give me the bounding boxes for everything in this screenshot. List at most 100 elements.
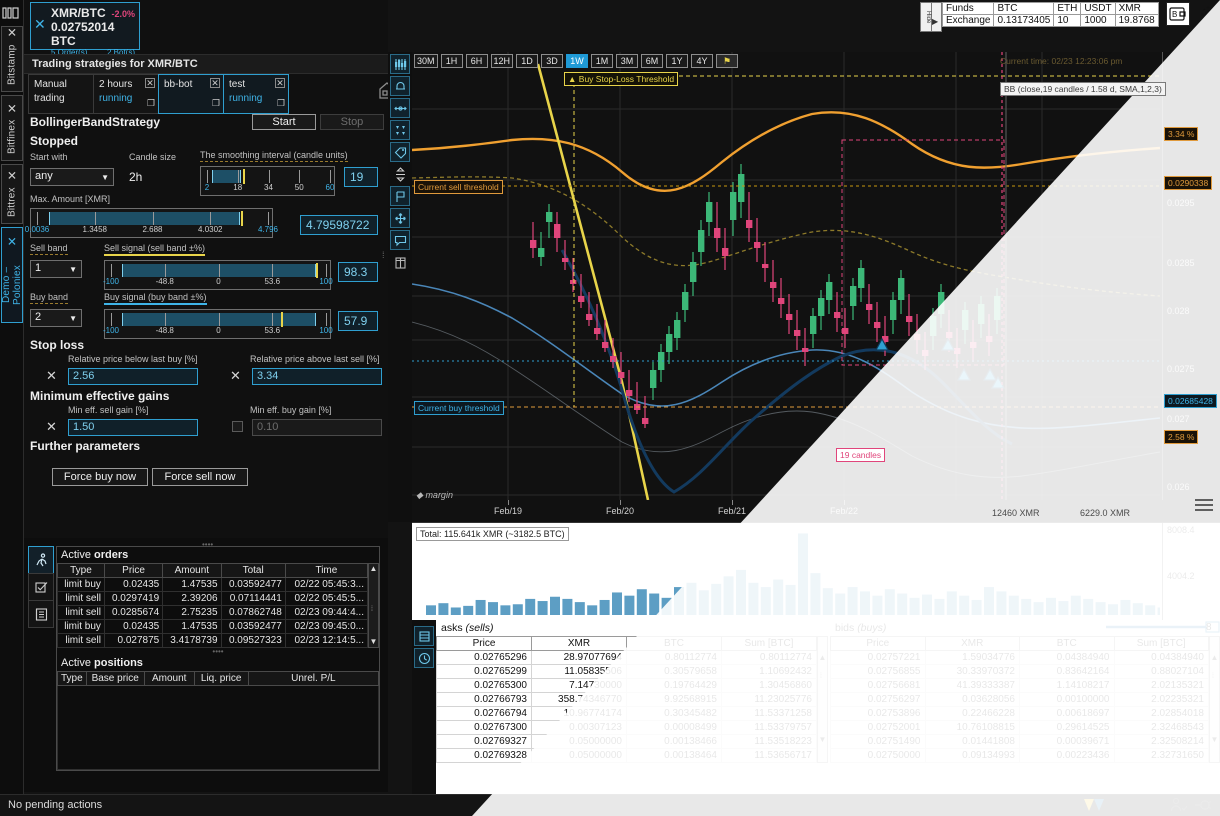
- funds-expand-icon[interactable]: ▶: [932, 2, 942, 32]
- slider-handle[interactable]: [242, 169, 245, 184]
- timeframe-button-6h[interactable]: 6H: [465, 54, 488, 68]
- timeframe-button-4y[interactable]: 4Y: [691, 54, 714, 68]
- vertical-resize-icon[interactable]: [390, 164, 410, 184]
- bot-tab-2[interactable]: bb-bot ✕ ❐: [158, 74, 224, 114]
- timeframe-button-3d[interactable]: 3D: [541, 54, 564, 68]
- funds-hide-toggle[interactable]: Hide: [920, 2, 932, 32]
- wallet-icon[interactable]: B: [1165, 2, 1190, 26]
- slider-handle[interactable]: [316, 263, 319, 278]
- gear-icon[interactable]: [1197, 2, 1220, 26]
- column-header[interactable]: Base price: [85, 671, 145, 686]
- sell-signal-value[interactable]: 98.3: [338, 262, 378, 282]
- rel-above-clear-icon[interactable]: ✕: [230, 368, 241, 384]
- table-row[interactable]: 0.02756681 41.39333387 1.14108217 2.0213532…: [830, 678, 1209, 693]
- active-orders-table[interactable]: Type Price Amount Total Time limit buy 0.02435…: [57, 563, 369, 648]
- table-row[interactable]: limit buy 0.02435 1.47535 0.03592477 02/23 0…: [57, 619, 369, 634]
- slider-track[interactable]: [37, 211, 269, 226]
- bot-tab-3[interactable]: test running ✕ ❐: [223, 74, 289, 114]
- table-row[interactable]: 0.02769327 0.05000000 0.00138466 11.5351822…: [436, 734, 817, 749]
- table-row[interactable]: 0.02766794 10.96774174 0.30345482 11.533712…: [436, 706, 817, 721]
- column-header[interactable]: Time: [284, 563, 369, 578]
- flag-button[interactable]: ⚑: [716, 54, 739, 68]
- power-icon[interactable]: [1194, 797, 1212, 813]
- checklist-icon[interactable]: [28, 573, 54, 601]
- scroll-down-icon[interactable]: ▼: [369, 637, 378, 646]
- book-list-icon[interactable]: [414, 626, 434, 646]
- buy-signal-value[interactable]: 57.9: [338, 311, 378, 331]
- bids-scroll-down-icon[interactable]: ▼: [1210, 735, 1219, 744]
- slider-track[interactable]: [207, 169, 331, 184]
- bids-scroll-thumb[interactable]: ⁞: [1212, 673, 1214, 680]
- move-icon[interactable]: [390, 208, 410, 228]
- price-chart[interactable]: 30M 1H 6H 12H 1D 3D 1W 1M 3M 6M 1Y 4Y ⚑ ▲ Buy Stop-L…: [412, 52, 1220, 522]
- timeframe-button-30m[interactable]: 30M: [414, 54, 438, 68]
- asks-table[interactable]: Price XMR BTC Sum [BTC] 0.02765296 28.9707769…: [436, 636, 817, 763]
- table-row[interactable]: limit sell 0.0297419 2.39206 0.07114441 02/2…: [57, 591, 369, 606]
- sell-signal-slider[interactable]: -100 -48.8 0 53.6 100: [103, 260, 333, 290]
- rel-below-clear-icon[interactable]: ✕: [46, 368, 57, 384]
- max-amount-slider[interactable]: 0.0036 1.3458 2.688 4.0302 4.796: [25, 208, 278, 238]
- timeframe-button-1y[interactable]: 1Y: [666, 54, 689, 68]
- timeframe-button-1w[interactable]: 1W: [566, 54, 589, 68]
- timeframe-button-6m[interactable]: 6M: [641, 54, 664, 68]
- tag-icon[interactable]: [390, 142, 410, 162]
- bot-close-icon[interactable]: ✕: [210, 78, 220, 88]
- history-clock-icon[interactable]: [414, 648, 434, 668]
- force-sell-button[interactable]: Force sell now: [152, 468, 248, 486]
- column-header[interactable]: Sum [BTC]: [1113, 636, 1209, 651]
- table-row[interactable]: 0.02765300 7.14730000 0.19764429 1.30456860: [436, 678, 817, 693]
- activity-icon[interactable]: [28, 546, 54, 574]
- table-row[interactable]: 0.02767300 0.00307123 0.00008499 11.5337975…: [436, 720, 817, 735]
- column-header[interactable]: Amount: [143, 671, 195, 686]
- column-header[interactable]: XMR: [924, 636, 1020, 651]
- chart-canvas[interactable]: [412, 52, 1160, 500]
- bot-duplicate-icon[interactable]: ❐: [147, 98, 155, 109]
- bot-close-icon[interactable]: ✕: [275, 78, 285, 88]
- column-header[interactable]: Unrel. P/L: [247, 671, 380, 686]
- candlestick-icon[interactable]: [390, 54, 410, 74]
- slider-handle[interactable]: [280, 312, 283, 327]
- table-row[interactable]: 0.02756297 0.03628056 0.00100000 2.02235321: [830, 692, 1209, 707]
- rel-above-field[interactable]: 3.34: [252, 368, 382, 385]
- window-grip-icon[interactable]: [0, 0, 22, 26]
- scroll-up-icon[interactable]: ▲: [369, 564, 378, 573]
- smoothing-slider[interactable]: 2 18 34 50 60: [200, 166, 335, 196]
- ledger-icon[interactable]: [28, 600, 54, 628]
- asks-scroll-thumb[interactable]: ⁞: [820, 673, 822, 680]
- bot-close-icon[interactable]: ✕: [145, 78, 155, 88]
- bids-scroll-up-icon[interactable]: ▲: [1210, 653, 1219, 662]
- column-header[interactable]: BTC: [626, 636, 722, 651]
- column-header[interactable]: Liq. price: [193, 671, 249, 686]
- table-row[interactable]: 0.02757221 1.59034776 0.04384940 0.04384940: [830, 650, 1209, 665]
- column-header[interactable]: BTC: [1019, 636, 1115, 651]
- slider-track[interactable]: [111, 263, 327, 278]
- scroll-thumb[interactable]: ⁞: [371, 606, 373, 613]
- min-buy-gain-checkbox[interactable]: [232, 421, 243, 432]
- bids-zoom-slider[interactable]: [1106, 621, 1220, 636]
- bot-duplicate-icon[interactable]: ❐: [277, 98, 285, 109]
- column-header[interactable]: Type: [57, 563, 105, 578]
- close-icon[interactable]: ✕: [5, 168, 19, 182]
- column-header[interactable]: Total: [220, 563, 286, 578]
- close-icon[interactable]: ✕: [5, 234, 19, 248]
- table-row[interactable]: 0.02752001 10.76108815 0.29614525 2.3246854…: [830, 720, 1209, 735]
- max-amount-value[interactable]: 4.79598722: [300, 215, 378, 235]
- slider-handle[interactable]: [241, 211, 244, 226]
- table-row[interactable]: limit buy 0.02435 1.47535 0.03592477 02/22 0…: [57, 577, 369, 592]
- column-header[interactable]: XMR: [531, 636, 627, 651]
- volume-chart[interactable]: Total: 115.641k XMR (~3182.5 BTC) 8008.4…: [412, 522, 1220, 621]
- force-buy-button[interactable]: Force buy now: [52, 468, 148, 486]
- column-header[interactable]: Price: [436, 636, 532, 651]
- table-row[interactable]: 0.02753896 0.22466228 0.00618697 2.02854018: [830, 706, 1209, 721]
- close-icon[interactable]: ✕: [34, 17, 46, 31]
- bot-duplicate-icon[interactable]: ❐: [212, 98, 220, 109]
- table-row[interactable]: 0.02756855 30.33970372 0.83642164 0.8802710…: [830, 664, 1209, 679]
- exchange-tab-bitfinex[interactable]: Bitfinex ✕: [1, 95, 23, 161]
- column-header[interactable]: Price: [830, 636, 926, 651]
- panel-resize-handle[interactable]: ⁞: [382, 250, 385, 260]
- smoothing-value[interactable]: 19: [344, 167, 378, 187]
- comment-icon[interactable]: [390, 230, 410, 250]
- close-icon[interactable]: ✕: [5, 25, 19, 39]
- timeframe-button-1m[interactable]: 1M: [591, 54, 614, 68]
- column-header[interactable]: Price: [103, 563, 164, 578]
